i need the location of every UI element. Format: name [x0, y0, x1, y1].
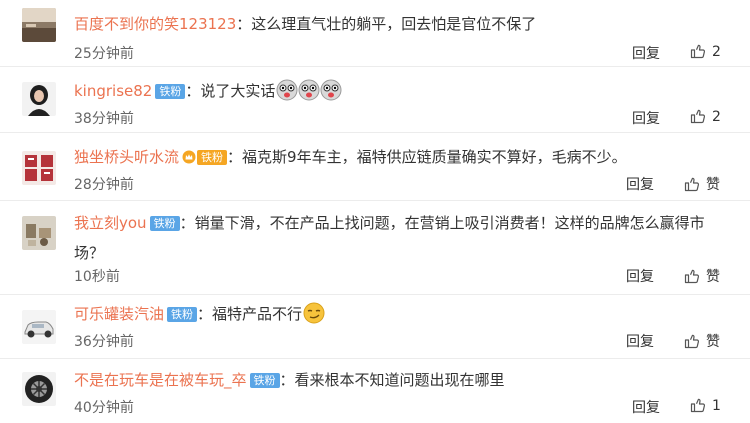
crown-icon — [182, 144, 196, 174]
emoji-icon — [276, 79, 342, 111]
fan-badge: 铁粉 — [197, 150, 228, 165]
comment-item: 百度不到你的笑123123：这么理直气壮的躺平，回去怕是官位不保了 25分钟前 … — [0, 0, 750, 67]
colon: ： — [185, 82, 201, 100]
timestamp: 28分钟前 — [74, 177, 134, 193]
colon: ： — [179, 214, 195, 232]
avatar[interactable] — [22, 216, 56, 250]
avatar[interactable] — [22, 151, 56, 185]
thumbs-up-icon — [684, 177, 700, 192]
comment-list: 百度不到你的笑123123：这么理直气壮的躺平，回去怕是官位不保了 25分钟前 … — [0, 0, 750, 423]
fan-badge: 铁粉 — [167, 307, 198, 322]
comment-line: kingrise82 铁粉 ：说了大实话 — [74, 76, 730, 111]
comment-text: 福克斯9年车主，福特供应链质量确实不算好，毛病不少。 — [242, 148, 627, 166]
colon: ： — [227, 148, 243, 166]
reply-button[interactable]: 回复 — [626, 331, 654, 351]
reply-button[interactable]: 回复 — [632, 397, 660, 417]
like-button[interactable]: 赞 — [684, 331, 720, 351]
fan-badge: 铁粉 — [155, 84, 186, 99]
like-count: 赞 — [706, 269, 720, 285]
like-button[interactable]: 赞 — [684, 266, 720, 286]
thumbs-up-icon — [684, 269, 700, 284]
timestamp: 38分钟前 — [74, 111, 134, 127]
comment-item: kingrise82 铁粉 ：说了大实话 38分钟前 回复 2 — [0, 66, 750, 133]
comment-line: 不是在玩车是在被车玩_卒 铁粉 ：看来根本不知道问题出现在哪里 — [74, 365, 730, 395]
comment-text: 福特产品不行 — [212, 305, 303, 323]
like-button[interactable]: 2 — [690, 43, 721, 60]
thumbs-up-icon — [690, 44, 706, 59]
colon: ： — [279, 371, 295, 389]
username-link[interactable]: 百度不到你的笑123123 — [74, 15, 236, 33]
like-button[interactable]: 2 — [690, 108, 721, 125]
thumbs-up-icon — [690, 398, 706, 413]
reply-button[interactable]: 回复 — [632, 43, 660, 63]
comment-text: 这么理直气壮的躺平，回去怕是官位不保了 — [251, 15, 537, 33]
comment-line: 百度不到你的笑123123：这么理直气壮的躺平，回去怕是官位不保了 — [74, 9, 730, 39]
like-button[interactable]: 赞 — [684, 174, 720, 194]
like-button[interactable]: 1 — [690, 397, 721, 414]
timestamp: 40分钟前 — [74, 400, 134, 416]
comment-item: 我立刻you 铁粉 ：销量下滑，不在产品上找问题，在营销上吸引消费者！这样的品牌怎么… — [0, 200, 750, 295]
like-count: 赞 — [706, 334, 720, 350]
like-count: 1 — [712, 398, 721, 414]
username-link[interactable]: 我立刻you — [74, 214, 147, 232]
thumbs-up-icon — [690, 109, 706, 124]
like-count: 2 — [712, 44, 721, 60]
timestamp: 36分钟前 — [74, 334, 134, 350]
comment-line: 我立刻you 铁粉 ：销量下滑，不在产品上找问题，在营销上吸引消费者！这样的品牌怎么… — [74, 208, 730, 268]
like-count: 赞 — [706, 177, 720, 193]
smirk-emoji-icon — [303, 302, 325, 334]
comment-line: 独坐桥头听水流 铁粉 ：福克斯9年车主，福特供应链质量确实不算好，毛病不少。 — [74, 142, 730, 174]
colon: ： — [236, 15, 252, 33]
comment-item: 独坐桥头听水流 铁粉 ：福克斯9年车主，福特供应链质量确实不算好，毛病不少。 28分… — [0, 132, 750, 201]
avatar[interactable] — [22, 372, 56, 406]
username-link[interactable]: 独坐桥头听水流 — [74, 148, 179, 166]
comment-item: 可乐罐装汽油 铁粉 ：福特产品不行 36分钟前 回复 赞 — [0, 294, 750, 359]
reply-button[interactable]: 回复 — [626, 174, 654, 194]
avatar[interactable] — [22, 82, 56, 116]
colon: ： — [197, 305, 213, 323]
timestamp: 10秒前 — [74, 269, 120, 285]
reply-button[interactable]: 回复 — [626, 266, 654, 286]
fan-badge: 铁粉 — [249, 373, 280, 388]
comment-text: 说了大实话 — [200, 82, 276, 100]
comment-line: 可乐罐装汽油 铁粉 ：福特产品不行 — [74, 299, 730, 334]
like-count: 2 — [712, 109, 721, 125]
reply-button[interactable]: 回复 — [632, 108, 660, 128]
avatar[interactable] — [22, 310, 56, 344]
username-link[interactable]: kingrise82 — [74, 82, 152, 100]
thumbs-up-icon — [684, 334, 700, 349]
timestamp: 25分钟前 — [74, 46, 134, 62]
fan-badge: 铁粉 — [149, 216, 180, 231]
username-link[interactable]: 可乐罐装汽油 — [74, 305, 164, 323]
comment-item: 不是在玩车是在被车玩_卒 铁粉 ：看来根本不知道问题出现在哪里 40分钟前 回复 1 — [0, 358, 750, 423]
username-link[interactable]: 不是在玩车是在被车玩_卒 — [74, 371, 247, 389]
avatar[interactable] — [22, 8, 56, 42]
comment-text: 看来根本不知道问题出现在哪里 — [294, 371, 505, 389]
